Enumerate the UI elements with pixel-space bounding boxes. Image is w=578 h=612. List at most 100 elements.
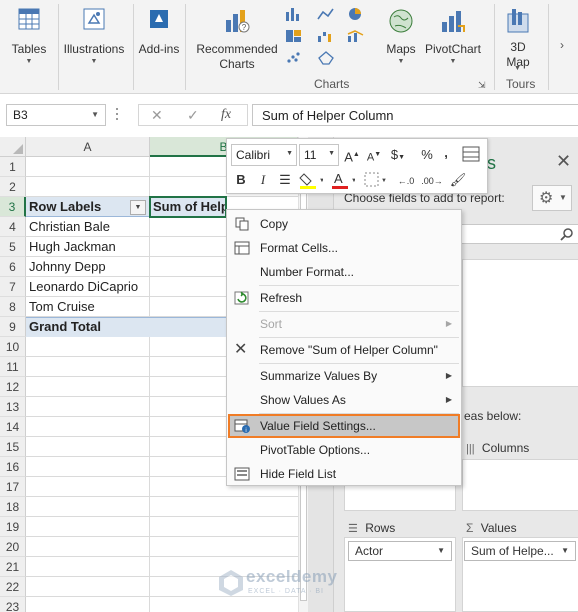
row-header[interactable]: 9 xyxy=(0,317,26,337)
row-header[interactable]: 4 xyxy=(0,217,26,237)
chevron-down-icon: ▼ xyxy=(91,110,99,119)
chevron-down-icon: ▼ xyxy=(90,58,98,65)
radar-chart-icon[interactable] xyxy=(316,50,336,66)
row-label-cell[interactable]: Leonardo DiCaprio xyxy=(26,277,150,297)
format-painter-icon[interactable]: 🖌 xyxy=(449,171,467,189)
align-center-icon[interactable]: ☰ xyxy=(277,171,293,189)
waterfall-chart-icon[interactable] xyxy=(316,28,336,44)
svg-text:?: ? xyxy=(242,23,247,32)
increase-decimal-icon[interactable]: ←.0 xyxy=(395,172,417,190)
row-header[interactable]: 17 xyxy=(0,477,26,497)
row-label-cell[interactable]: Johnny Depp xyxy=(26,257,150,277)
close-icon[interactable]: ✕ xyxy=(556,151,571,172)
illustrations-button[interactable]: Illustrations ▼ xyxy=(60,6,128,67)
hierarchy-chart-icon[interactable] xyxy=(284,28,304,44)
row-label-cell[interactable]: Hugh Jackman xyxy=(26,237,150,257)
percent-format-icon[interactable]: % xyxy=(419,146,435,164)
row-header[interactable]: 5 xyxy=(0,237,26,257)
row-label-cell[interactable]: Tom Cruise xyxy=(26,297,150,317)
chevron-down-icon: ▼ xyxy=(328,150,335,157)
filter-dropdown-icon[interactable]: ▼ xyxy=(130,200,146,215)
row-label-cell[interactable]: Christian Bale xyxy=(26,217,150,237)
row-header[interactable]: 3 xyxy=(0,197,26,217)
menu-item-number-format[interactable]: Number Format... xyxy=(228,260,460,284)
row-header[interactable]: 21 xyxy=(0,557,26,577)
row-header[interactable]: 19 xyxy=(0,517,26,537)
maps-button[interactable]: Maps ▼ xyxy=(381,6,421,67)
select-all-button[interactable] xyxy=(0,137,26,157)
charts-dialog-launcher-icon[interactable]: ⇲ xyxy=(478,80,486,91)
enter-icon[interactable]: ✓ xyxy=(187,107,199,124)
increase-font-icon[interactable]: A▲ xyxy=(343,146,361,166)
svg-text:▼: ▼ xyxy=(351,178,355,184)
grand-total-label[interactable]: Grand Total xyxy=(26,317,150,337)
field-search-input[interactable] xyxy=(456,224,578,244)
row-header[interactable]: 23 xyxy=(0,597,26,612)
bold-icon[interactable]: B xyxy=(233,171,249,189)
row-header[interactable]: 7 xyxy=(0,277,26,297)
menu-item-format-cells[interactable]: Format Cells... xyxy=(228,236,460,260)
menu-item-remove-field[interactable]: ✕ Remove "Sum of Helper Column" xyxy=(228,338,460,362)
row-header[interactable]: 12 xyxy=(0,377,26,397)
currency-format-icon[interactable]: $▼ xyxy=(389,146,407,167)
row-labels-header[interactable]: Row Labels xyxy=(26,197,130,217)
row-header[interactable]: 6 xyxy=(0,257,26,277)
menu-item-copy[interactable]: Copy xyxy=(228,212,460,236)
3d-map-button[interactable]: 3D Map ▼ xyxy=(498,6,538,72)
exceldemy-logo-icon xyxy=(219,570,243,596)
menu-item-sort[interactable]: Sort ▶ xyxy=(228,312,460,336)
divider xyxy=(58,4,59,90)
italic-icon[interactable]: I xyxy=(255,171,271,189)
drag-handle-icon[interactable] xyxy=(116,108,119,122)
field-list[interactable] xyxy=(462,259,578,387)
format-table-icon[interactable] xyxy=(461,145,481,163)
column-header-a[interactable]: A xyxy=(26,137,150,157)
pivotchart-button[interactable]: PivotChart ▼ xyxy=(423,6,483,67)
menu-item-pivottable-options[interactable]: PivotTable Options... xyxy=(228,438,460,462)
decrease-decimal-icon[interactable]: .00→ xyxy=(421,172,443,190)
values-field-pill[interactable]: Sum of Helpe... ▼ xyxy=(464,541,576,561)
formula-input[interactable]: Sum of Helper Column xyxy=(252,104,578,126)
settings-button[interactable]: ⚙ ▼ xyxy=(532,185,572,211)
divider xyxy=(548,4,549,90)
recommended-charts-button[interactable]: ? Recommended Charts xyxy=(190,6,284,72)
row-header[interactable]: 15 xyxy=(0,437,26,457)
row-header[interactable]: 1 xyxy=(0,157,26,177)
decrease-font-icon[interactable]: A▼ xyxy=(365,146,383,167)
menu-item-value-field-settings[interactable]: i Value Field Settings... xyxy=(228,414,460,438)
fill-color-icon[interactable]: ▼ xyxy=(299,170,323,190)
pie-chart-icon[interactable] xyxy=(346,6,366,22)
drag-fields-label: eas below: xyxy=(464,409,522,423)
name-box[interactable]: B3 ▼ xyxy=(6,104,106,126)
columns-area[interactable] xyxy=(462,459,578,511)
row-header[interactable]: 14 xyxy=(0,417,26,437)
column-chart-icon[interactable] xyxy=(284,6,304,22)
menu-item-summarize-values[interactable]: Summarize Values By ▶ xyxy=(228,364,460,388)
row-header[interactable]: 16 xyxy=(0,457,26,477)
addins-button[interactable]: Add-ins xyxy=(138,6,180,57)
row-header[interactable]: 2 xyxy=(0,177,26,197)
more-chevron-icon[interactable]: › xyxy=(560,38,564,52)
row-header[interactable]: 10 xyxy=(0,337,26,357)
combo-chart-icon[interactable] xyxy=(346,28,366,44)
row-header[interactable]: 22 xyxy=(0,577,26,597)
borders-icon[interactable]: ▼ xyxy=(363,170,387,190)
menu-item-hide-field-list[interactable]: Hide Field List xyxy=(228,462,460,486)
font-name-box[interactable]: Calibri ▼ xyxy=(231,144,297,166)
row-header[interactable]: 13 xyxy=(0,397,26,417)
row-header[interactable]: 18 xyxy=(0,497,26,517)
line-chart-icon[interactable] xyxy=(316,6,336,22)
cancel-icon[interactable]: ✕ xyxy=(151,107,163,124)
font-size-box[interactable]: 11 ▼ xyxy=(299,144,339,166)
row-header[interactable]: 11 xyxy=(0,357,26,377)
row-header[interactable]: 8 xyxy=(0,297,26,317)
font-color-icon[interactable]: A ▼ xyxy=(331,170,355,190)
row-header[interactable]: 20 xyxy=(0,537,26,557)
rows-field-pill[interactable]: Actor ▼ xyxy=(348,541,452,561)
scatter-chart-icon[interactable] xyxy=(284,50,304,66)
tables-button[interactable]: Tables ▼ xyxy=(6,6,52,67)
menu-item-show-values-as[interactable]: Show Values As ▶ xyxy=(228,388,460,412)
menu-item-refresh[interactable]: Refresh xyxy=(228,286,460,310)
insert-function-icon[interactable]: fx xyxy=(221,107,231,123)
comma-style-icon[interactable]: , xyxy=(441,144,451,162)
